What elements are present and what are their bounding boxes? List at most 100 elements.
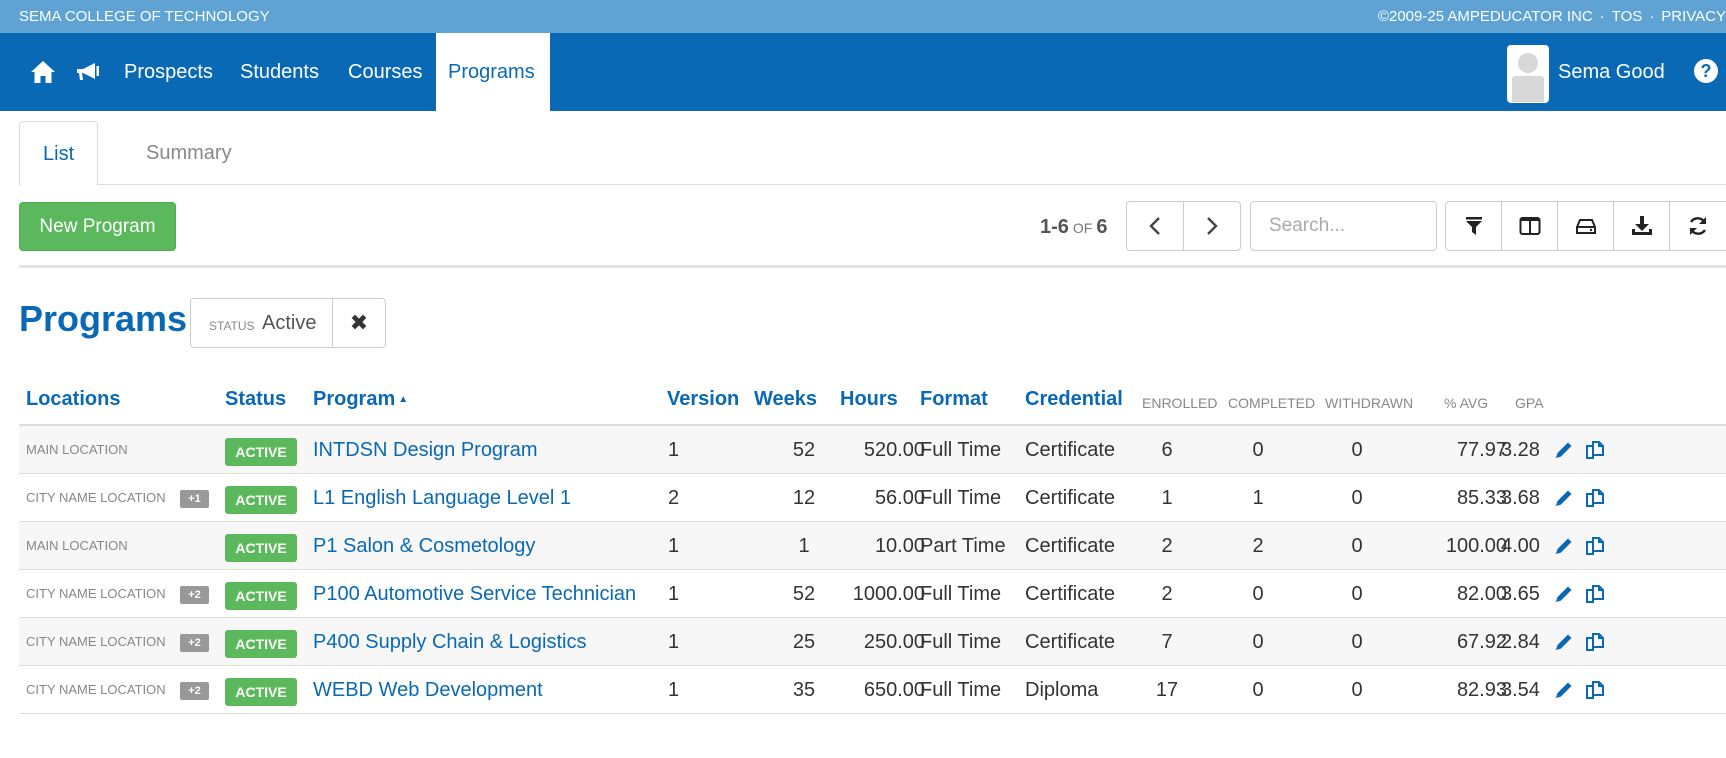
version-cell: 1 (668, 631, 680, 653)
completed-cell: 0 (1252, 583, 1264, 605)
copy-button[interactable] (1583, 534, 1607, 558)
copy-button[interactable] (1583, 438, 1607, 462)
search-input[interactable] (1250, 201, 1437, 251)
format-cell: Part Time (920, 535, 1006, 557)
help-icon[interactable]: ? (1694, 59, 1718, 83)
program-link[interactable]: WEBD Web Development (313, 666, 543, 714)
avatar[interactable] (1507, 45, 1549, 103)
sort-asc-icon: ▲ (398, 394, 409, 405)
enrolled-cell: 7 (1161, 631, 1173, 653)
column-header-completed[interactable]: COMPLETED (1228, 395, 1315, 411)
download-button[interactable] (1613, 201, 1670, 251)
column-header-status[interactable]: Status (225, 388, 286, 411)
copy-icon (1586, 441, 1604, 459)
nav-item-students[interactable]: Students (228, 33, 331, 111)
clear-filter-button[interactable]: ✖ (332, 298, 386, 348)
enrolled-cell: 6 (1161, 439, 1173, 461)
copy-button[interactable] (1583, 582, 1607, 606)
column-header-format[interactable]: Format (920, 388, 988, 411)
user-name[interactable]: Sema Good (1558, 33, 1665, 111)
version-cell: 1 (668, 439, 680, 461)
pencil-icon (1556, 490, 1572, 506)
extra-locations-badge[interactable]: +2 (180, 682, 209, 700)
tos-link[interactable]: TOS (1612, 8, 1643, 25)
column-header-hours[interactable]: Hours (840, 388, 898, 411)
column-header-program[interactable]: Program ▲ (313, 388, 408, 411)
edit-button[interactable] (1552, 534, 1576, 558)
status-badge: ACTIVE (225, 678, 297, 706)
location-cell: CITY NAME LOCATION (26, 490, 166, 505)
program-link[interactable]: INTDSN Design Program (313, 426, 538, 474)
column-header-version[interactable]: Version (667, 388, 739, 411)
next-page-button[interactable] (1183, 201, 1241, 251)
separator: · (1649, 8, 1655, 25)
main-navbar: Prospects Students Courses Programs Sema… (0, 33, 1726, 111)
refresh-button[interactable] (1669, 201, 1726, 251)
completed-cell: 2 (1252, 535, 1264, 557)
enrolled-cell: 1 (1161, 487, 1173, 509)
refresh-icon (1689, 217, 1707, 235)
table-row: CITY NAME LOCATION +2 ACTIVE P400 Supply… (19, 618, 1726, 666)
tab-list[interactable]: List (19, 121, 99, 186)
format-cell: Full Time (920, 583, 1002, 605)
column-header-credential[interactable]: Credential (1025, 388, 1123, 411)
megaphone-icon[interactable] (73, 57, 103, 87)
column-header-pct-avg[interactable]: % AVG (1444, 395, 1488, 411)
nav-item-programs[interactable]: Programs (436, 33, 550, 111)
column-header-locations[interactable]: Locations (26, 388, 120, 411)
hours-cell: 1000.00 (852, 583, 925, 605)
location-cell: CITY NAME LOCATION (26, 682, 166, 697)
edit-button[interactable] (1552, 630, 1576, 654)
extra-locations-badge[interactable]: +1 (180, 490, 209, 508)
location-cell: MAIN LOCATION (26, 442, 128, 457)
version-cell: 1 (668, 535, 680, 557)
filter-button[interactable] (1445, 201, 1502, 251)
extra-locations-badge[interactable]: +2 (180, 634, 209, 652)
filter-key: STATUS (209, 319, 255, 333)
version-cell: 1 (668, 583, 680, 605)
status-filter-chip[interactable]: STATUS Active (190, 298, 333, 348)
nav-item-courses[interactable]: Courses (336, 33, 434, 111)
copy-icon (1586, 537, 1604, 555)
home-icon[interactable] (28, 57, 58, 87)
print-button[interactable] (1557, 201, 1614, 251)
pct-avg-cell: 67.92 (1456, 631, 1507, 653)
separator: · (1599, 8, 1605, 25)
copy-button[interactable] (1583, 486, 1607, 510)
weeks-cell: 1 (798, 535, 810, 557)
chevron-left-icon (1149, 217, 1160, 235)
program-link[interactable]: P1 Salon & Cosmetology (313, 522, 535, 570)
column-header-withdrawn[interactable]: WITHDRAWN (1325, 395, 1413, 411)
new-program-button[interactable]: New Program (19, 202, 176, 251)
pagination-of: OF (1072, 220, 1093, 236)
program-link[interactable]: P400 Supply Chain & Logistics (313, 618, 587, 666)
weeks-cell: 52 (792, 439, 816, 461)
gpa-cell: 4.00 (1501, 535, 1540, 557)
column-header-enrolled[interactable]: ENROLLED (1142, 395, 1217, 411)
table-row: CITY NAME LOCATION +2 ACTIVE WEBD Web De… (19, 666, 1726, 714)
columns-button[interactable] (1501, 201, 1558, 251)
edit-button[interactable] (1552, 486, 1576, 510)
tab-summary[interactable]: Summary (123, 121, 255, 185)
nav-item-prospects[interactable]: Prospects (112, 33, 225, 111)
format-cell: Full Time (920, 487, 1002, 509)
column-header-gpa[interactable]: GPA (1515, 395, 1544, 411)
edit-button[interactable] (1552, 438, 1576, 462)
school-name: SEMA COLLEGE OF TECHNOLOGY (19, 8, 270, 25)
enrolled-cell: 2 (1161, 583, 1173, 605)
edit-button[interactable] (1552, 678, 1576, 702)
edit-button[interactable] (1552, 582, 1576, 606)
top-strip: SEMA COLLEGE OF TECHNOLOGY ©2009-25 AMPE… (0, 0, 1726, 33)
copy-button[interactable] (1583, 630, 1607, 654)
program-link[interactable]: L1 English Language Level 1 (313, 474, 571, 522)
withdrawn-cell: 0 (1351, 487, 1363, 509)
copy-button[interactable] (1583, 678, 1607, 702)
version-cell: 1 (668, 679, 680, 701)
column-header-weeks[interactable]: Weeks (754, 388, 817, 411)
program-link[interactable]: P100 Automotive Service Technician (313, 570, 636, 618)
privacy-link[interactable]: PRIVACY (1661, 8, 1726, 25)
extra-locations-badge[interactable]: +2 (180, 586, 209, 604)
prev-page-button[interactable] (1126, 201, 1184, 251)
status-badge: ACTIVE (225, 630, 297, 658)
pagination-count: 1-6 OF 6 (1040, 216, 1107, 239)
